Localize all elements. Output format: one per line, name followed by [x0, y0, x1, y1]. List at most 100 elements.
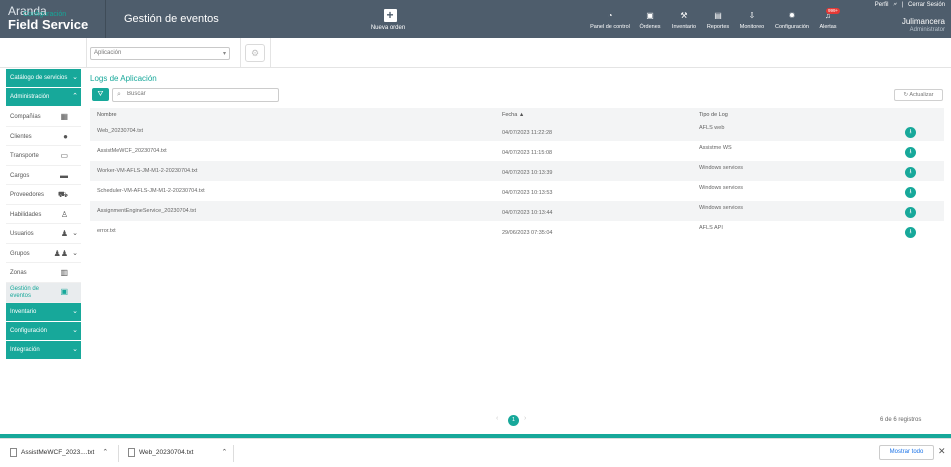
- search-box[interactable]: ⌕: [112, 88, 279, 102]
- divider: [233, 445, 234, 462]
- sidebar-item-transport[interactable]: Transporte ▭: [6, 146, 81, 166]
- table-row[interactable]: error.txt 29/06/2023 07:35:04 AFLS API ⭳: [90, 221, 944, 241]
- download-filename: Web_20230704.txt: [139, 449, 194, 457]
- chevron-up-icon[interactable]: ⌃: [221, 449, 227, 456]
- chevron-down-icon: ▾: [222, 51, 226, 57]
- sidebar-section-integration[interactable]: Integración ⌄: [6, 340, 81, 359]
- sidebar-item-zones[interactable]: Zonas ▥: [6, 263, 81, 283]
- user-icon: ♟: [60, 229, 68, 238]
- sidebar-section-catalog[interactable]: Catálogo de servicios ⌄: [6, 69, 81, 87]
- download-item[interactable]: AssistMeWCF_2023....txt ⌃: [10, 448, 108, 457]
- events-icon: ▣: [60, 286, 68, 296]
- table-row[interactable]: AssignmentEngineService_20230704.txt 04/…: [90, 201, 944, 221]
- profile-link[interactable]: Perfil: [875, 2, 889, 8]
- nav-orders[interactable]: ▣ Órdenes: [637, 11, 663, 33]
- sidebar-item-groups[interactable]: Grupos ♟♟ ⌄: [6, 244, 81, 263]
- cell-type: AFLS API: [699, 225, 723, 231]
- truck-icon: ⛟: [57, 190, 68, 199]
- page-button[interactable]: 1: [508, 415, 519, 426]
- section-label: Configuración: [10, 327, 48, 334]
- sidebar-item-positions[interactable]: Cargos ▬: [6, 166, 81, 185]
- nav-label: Reportes: [706, 24, 730, 30]
- column-header-date[interactable]: Fecha ▲: [502, 112, 524, 118]
- nav-alerts[interactable]: ♫ 999+ Alertas: [816, 8, 841, 33]
- sidebar-item-providers[interactable]: Proveedores ⛟: [6, 185, 81, 205]
- alert-badge: 999+: [826, 8, 841, 14]
- sidebar-item-label: Zonas: [10, 270, 27, 276]
- sidebar-item-users[interactable]: Usuarios ♟ ⌄: [6, 224, 81, 244]
- nav-monitor[interactable]: ⇩ Monitoreo: [736, 11, 768, 33]
- chevron-down-icon: ⌄: [72, 230, 78, 237]
- column-header-name[interactable]: Nombre: [97, 112, 117, 118]
- brand-logo[interactable]: Aranda Field Service: [8, 5, 89, 32]
- table-header: Nombre Fecha ▲ Tipo de Log: [90, 108, 944, 121]
- cell-date: 29/06/2023 07:35:04: [502, 230, 553, 236]
- table-row[interactable]: Web_20230704.txt 04/07/2023 11:22:28 AFL…: [90, 121, 944, 141]
- divider: [86, 38, 87, 68]
- sidebar-item-companies[interactable]: Compañías ▦: [6, 107, 81, 127]
- download-icon[interactable]: ⭳: [905, 207, 916, 218]
- download-icon[interactable]: ⭳: [905, 167, 916, 178]
- chevron-down-icon: ⌄: [72, 307, 78, 315]
- chevron-down-icon: ⌄: [72, 345, 78, 353]
- sidebar-section-configuration[interactable]: Configuración ⌄: [6, 321, 81, 340]
- sidebar-section-inventory[interactable]: Inventario ⌄: [6, 302, 81, 321]
- download-icon[interactable]: ⭳: [905, 227, 916, 238]
- chevron-right-icon[interactable]: ›: [524, 415, 526, 422]
- records-count: 6 de 6 registros: [880, 417, 922, 423]
- orders-icon: ▣: [646, 11, 654, 20]
- user-area: Perfil 🗲 | Cerrar Sesión Julimancera Adm…: [872, 2, 945, 33]
- settings-gear-button[interactable]: ⚙: [245, 44, 265, 62]
- nav-label: Órdenes: [639, 24, 661, 30]
- cell-name: error.txt: [97, 228, 116, 234]
- nav-reports[interactable]: ▤ Reportes: [704, 11, 732, 33]
- profile-icon: 🗲: [893, 2, 898, 8]
- column-header-type[interactable]: Tipo de Log: [699, 112, 728, 118]
- close-icon[interactable]: ✕: [938, 446, 946, 457]
- top-bar: Aranda Field Service Gestión de eventos …: [0, 0, 951, 38]
- download-icon[interactable]: ⭳: [905, 187, 916, 198]
- user-name: Julimancera: [901, 17, 945, 26]
- filter-button[interactable]: ⛛: [92, 88, 109, 101]
- sidebar-item-label: Usuarios: [10, 231, 34, 237]
- new-order-label: Nueva orden: [370, 25, 406, 31]
- sidebar-item-clients[interactable]: Clientes ●: [6, 127, 81, 146]
- skill-icon: ♙: [60, 209, 68, 219]
- file-icon: [128, 448, 135, 457]
- nav-inventory[interactable]: ⚒ Inventario: [668, 11, 700, 33]
- download-filename: AssistMeWCF_2023....txt: [21, 449, 95, 457]
- zone-icon: ▥: [60, 268, 68, 277]
- show-all-button[interactable]: Mostrar todo: [879, 445, 934, 460]
- config-breadcrumb[interactable]: Configuración: [23, 11, 66, 18]
- dashboard-icon: ◔: [607, 11, 613, 20]
- search-icon: ⌕: [117, 91, 121, 98]
- table-row[interactable]: AssistMeWCF_20230704.txt 04/07/2023 11:1…: [90, 141, 944, 161]
- sidebar-item-skills[interactable]: Habilidades ♙: [6, 205, 81, 224]
- download-item[interactable]: Web_20230704.txt ⌃: [128, 448, 227, 457]
- nav-dashboard[interactable]: ◔ Panel de control: [588, 11, 632, 33]
- gear-icon: ✹: [788, 11, 796, 20]
- refresh-button[interactable]: ↻ Actualizar: [894, 89, 943, 101]
- brand-line2: Field Service: [8, 17, 89, 32]
- cell-date: 04/07/2023 10:13:44: [502, 210, 553, 216]
- sidebar-section-admin[interactable]: Administración ⌃: [6, 88, 81, 106]
- chevron-up-icon[interactable]: ⌃: [102, 449, 108, 456]
- nav-label: Monitoreo: [739, 24, 765, 30]
- nav-configuration[interactable]: ✹ Configuración: [772, 11, 812, 33]
- new-order-button[interactable]: + Nueva orden: [371, 9, 408, 31]
- sidebar-item-label: Transporte: [10, 153, 39, 159]
- cell-type: Assistme WS: [699, 145, 732, 151]
- logout-link[interactable]: Cerrar Sesión: [908, 2, 945, 8]
- search-input[interactable]: [127, 91, 267, 97]
- sidebar-item-label: Clientes: [10, 133, 32, 140]
- module-select[interactable]: Aplicación ▾: [90, 47, 230, 60]
- table-row[interactable]: Worker-VM-AFLS-JM-M1-2-20230704.txt 04/0…: [90, 161, 944, 181]
- download-icon[interactable]: ⭳: [905, 147, 916, 158]
- sidebar-item-label: Proveedores: [10, 192, 45, 198]
- table-row[interactable]: Scheduler-VM-AFLS-JM-M1-2-20230704.txt 0…: [90, 181, 944, 201]
- chevron-left-icon[interactable]: ‹: [496, 415, 498, 422]
- download-icon[interactable]: ⭳: [905, 127, 916, 138]
- chevron-down-icon: ⌄: [72, 74, 78, 81]
- sidebar-item-event-management[interactable]: Gestión de eventos ▣: [6, 282, 81, 303]
- filter-icon: ⛛: [97, 91, 104, 98]
